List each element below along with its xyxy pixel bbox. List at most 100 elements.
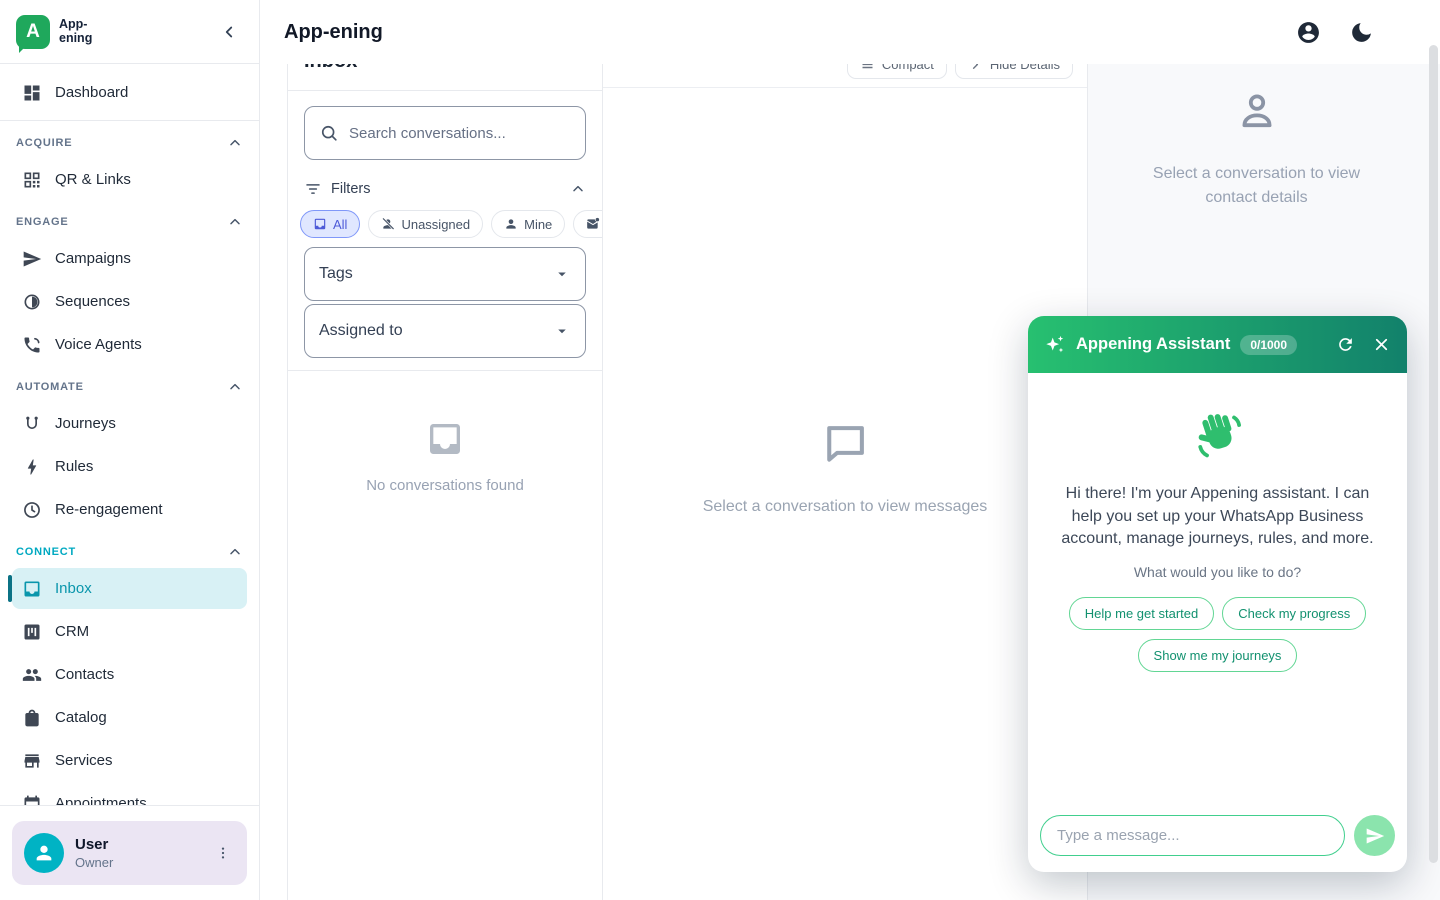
user-role: Owner [75,855,113,870]
compact-button[interactable]: Compact [847,64,947,79]
hide-details-button[interactable]: Hide Details [955,64,1073,79]
storefront-icon [22,751,42,771]
sidebar-item-label: Contacts [55,666,114,683]
user-card: User Owner [12,821,247,885]
assigned-to-select-label: Assigned to [319,322,403,340]
filters-toggle[interactable]: Filters [304,180,586,198]
sidebar-item-crm[interactable]: CRM [12,611,247,652]
filter-icon [304,180,322,198]
sidebar-item-inbox[interactable]: Inbox [12,568,247,609]
sidebar-item-voice-agents[interactable]: Voice Agents [12,324,247,365]
sidebar-item-contacts[interactable]: Contacts [12,654,247,695]
assistant-widget: Appening Assistant 0/1000 Hi there! [1028,316,1407,872]
assistant-message-input[interactable] [1040,815,1345,856]
sidebar-item-label: Appointments [55,795,147,805]
account-circle-icon[interactable] [1296,20,1321,45]
details-empty-text: Select a conversation to view contact de… [1137,162,1377,210]
filter-chip-mine[interactable]: Mine [491,210,565,238]
close-icon[interactable] [1372,335,1391,354]
assistant-body: Hi there! I'm your Appening assistant. I… [1028,373,1407,807]
inbox-panel: Inbox Filters All Unassigned Mine [287,64,603,900]
send-button[interactable] [1354,815,1395,856]
topbar-icons [1296,20,1416,45]
sidebar-item-campaigns[interactable]: Campaigns [12,238,247,279]
search-icon [319,123,339,143]
page-title: App-ening [284,21,383,44]
divider [288,90,602,91]
sidebar-item-services[interactable]: Services [12,740,247,781]
dashboard-icon [22,83,42,103]
filter-chip-unread[interactable]: Unread [573,210,602,238]
sidebar-user-area: User Owner [0,805,259,900]
suggestion-check-progress[interactable]: Check my progress [1222,597,1366,630]
tags-select-label: Tags [319,265,353,283]
sidebar-item-catalog[interactable]: Catalog [12,697,247,738]
sidebar-item-sequences[interactable]: Sequences [12,281,247,322]
messages-empty-text: Select a conversation to view messages [603,498,1087,516]
sidebar-item-dashboard[interactable]: Dashboard [12,72,247,113]
active-indicator [8,575,12,602]
suggestion-show-journeys[interactable]: Show me my journeys [1138,639,1298,672]
assistant-prompt: What would you like to do? [1048,564,1387,580]
scrollbar-thumb[interactable] [1429,45,1438,863]
chat-bubble-icon [818,418,872,472]
user-meta: User Owner [75,836,113,870]
sidebar-section-automate[interactable]: AUTOMATE [16,379,243,395]
sidebar-item-label: Re-engagement [55,501,163,518]
assigned-to-select[interactable]: Assigned to [304,304,586,358]
sidebar-item-label: Inbox [55,580,92,597]
sidebar-item-label: Catalog [55,709,107,726]
sidebar-item-label: CRM [55,623,89,640]
chevron-up-icon [227,379,243,395]
sidebar-item-re-engagement[interactable]: Re-engagement [12,489,247,530]
sidebar-section-connect[interactable]: CONNECT [16,544,243,560]
suggestion-get-started[interactable]: Help me get started [1069,597,1214,630]
sidebar-section-acquire[interactable]: ACQUIRE [16,135,243,151]
route-icon [22,414,42,434]
sidebar-item-qr-links[interactable]: QR & Links [12,159,247,200]
divider [0,120,259,121]
filter-chip-all[interactable]: All [300,210,360,238]
sidebar-item-journeys[interactable]: Journeys [12,403,247,444]
sequence-icon [22,292,42,312]
sparkles-icon [1044,334,1066,356]
user-menu-button[interactable] [211,841,235,865]
user-name: User [75,836,113,853]
chevron-left-icon [220,23,238,41]
person-slash-icon [381,217,395,231]
caret-down-icon [553,265,571,283]
search-input[interactable] [349,125,571,142]
app-logo-icon: A [16,15,50,49]
tags-select[interactable]: Tags [304,247,586,301]
sidebar-section-engage[interactable]: ENGAGE [16,214,243,230]
mail-unread-icon [586,217,600,231]
chevron-up-icon [227,135,243,151]
messages-empty-state: Select a conversation to view messages [603,418,1087,516]
kanban-icon [22,622,42,642]
caret-down-icon [553,322,571,340]
sidebar-item-label: Rules [55,458,93,475]
avatar [24,833,64,873]
chat-icon [313,217,327,231]
shopping-bag-icon [22,708,42,728]
sidebar-item-label: Campaigns [55,250,131,267]
wave-hand-icon [1048,409,1387,463]
dark-mode-moon-icon[interactable] [1349,20,1374,45]
filter-chip-unassigned[interactable]: Unassigned [368,210,483,238]
sidebar-item-rules[interactable]: Rules [12,446,247,487]
sidebar-collapse-button[interactable] [215,18,243,46]
sidebar-item-label: QR & Links [55,171,131,188]
sidebar-item-label: Voice Agents [55,336,142,353]
assistant-header: Appening Assistant 0/1000 [1028,316,1407,373]
toolbar-buttons: Compact Hide Details [847,64,1073,79]
chevron-right-icon [968,64,983,72]
inbox-tray-icon [425,419,465,459]
sidebar-item-label: Dashboard [55,84,128,101]
chevron-up-icon [570,181,586,197]
refresh-icon[interactable] [1336,335,1355,354]
sidebar-item-label: Journeys [55,415,116,432]
conversations-empty-text: No conversations found [288,477,602,494]
assistant-title: Appening Assistant [1076,335,1230,354]
sidebar-item-label: Sequences [55,293,130,310]
sidebar-item-appointments[interactable]: Appointments [12,783,247,805]
